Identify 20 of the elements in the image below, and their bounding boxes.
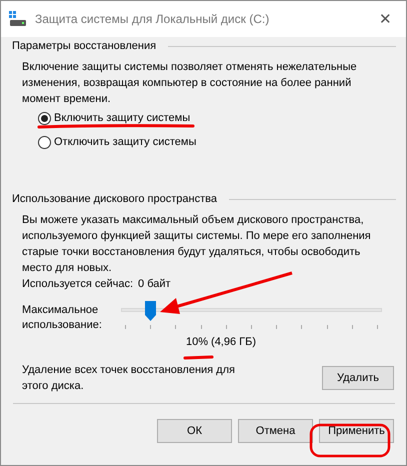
slider-thumb[interactable]: [145, 301, 156, 321]
size-value: (4,96 ГБ): [211, 335, 256, 349]
delete-button[interactable]: Удалить: [322, 366, 394, 390]
delete-description: Удаление всех точек восстановления для этого диска.: [22, 363, 236, 394]
drive-icon: [9, 11, 27, 27]
description-text: Включение защиты системы позволяет отменять нежелательные изменения, возвращая компьютер в состояние на более ранний момент времени.: [22, 60, 358, 107]
radio-option[interactable]: Отключить защиту системы: [38, 135, 396, 149]
radio-option[interactable]: Включить защиту системы: [38, 111, 396, 125]
dialog-button[interactable]: ОК: [157, 419, 232, 443]
section-title: Параметры восстановления: [12, 40, 156, 52]
close-button[interactable]: ✕: [373, 10, 398, 28]
usage-value: 0 байт: [138, 277, 171, 291]
section-title: Использование дискового пространства: [12, 193, 217, 205]
window-title: Защита системы для Локальный диск (C:): [35, 12, 270, 26]
usage-label: Используется сейчас:: [22, 277, 134, 291]
dialog-button[interactable]: Отмена: [238, 419, 313, 443]
max-usage-label: Максимальное использование:: [22, 303, 103, 333]
description-text: Вы можете указать максимальный объем дискового пространства, используемого функцией защиты системы. По мере его заполнения старые точки восстановления будут удаляться, чтобы освободить место для новых.: [22, 213, 372, 276]
percent-value: 10%: [186, 335, 208, 349]
underline-mark: [184, 356, 214, 360]
